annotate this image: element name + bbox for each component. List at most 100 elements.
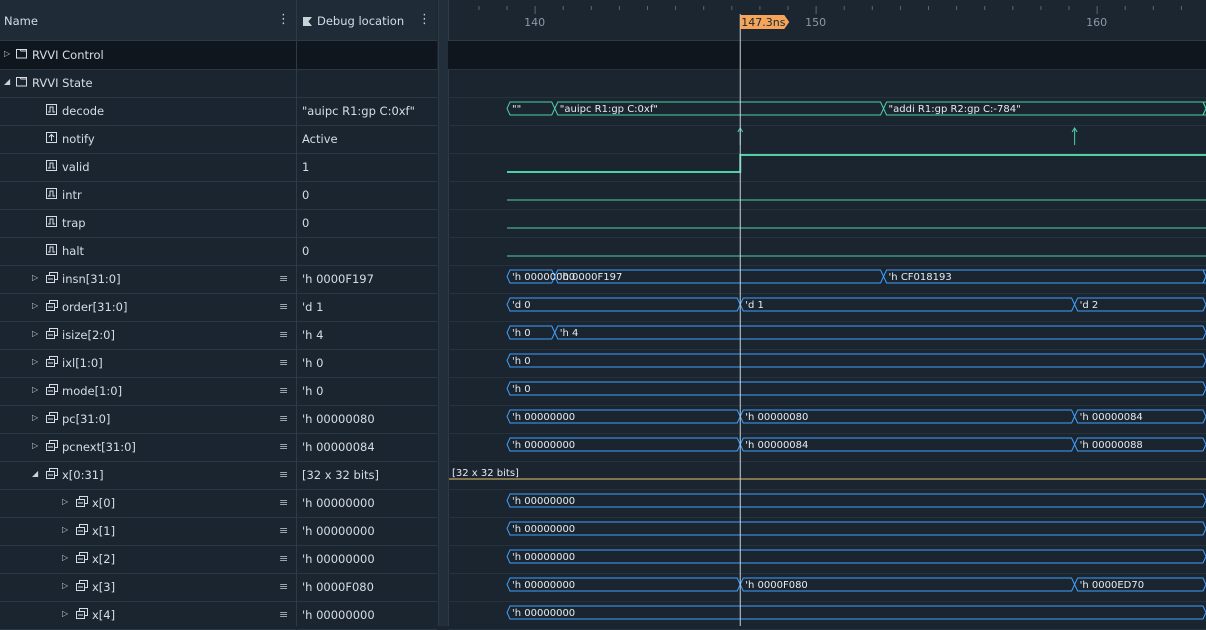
radix-menu-icon[interactable]: ≡ bbox=[279, 356, 288, 369]
signal-name: x[4] bbox=[92, 608, 116, 622]
radix-menu-icon[interactable]: ≡ bbox=[279, 440, 288, 453]
signal-name-cell[interactable]: ▷ x[0] ≡ bbox=[0, 489, 296, 518]
radix-menu-icon[interactable]: ≡ bbox=[279, 608, 288, 621]
signal-name-cell[interactable]: ▷ x[3] ≡ bbox=[0, 573, 296, 602]
signal-value: 'h 0000F197 bbox=[302, 272, 374, 286]
signal-name-cell[interactable]: halt bbox=[0, 237, 296, 266]
debug-location-cell: 'h 0000F197 bbox=[297, 265, 437, 294]
expand-arrow-icon[interactable]: ▷ bbox=[32, 329, 38, 338]
expand-arrow-icon[interactable]: ▷ bbox=[32, 301, 38, 310]
signal-value: 'h 00000000 bbox=[302, 552, 375, 566]
bus-segment-label: 'h 0 bbox=[512, 328, 531, 339]
signal-name-cell[interactable]: ▷ insn[31:0] ≡ bbox=[0, 265, 296, 294]
name-column-menu-icon[interactable]: ⋮ bbox=[277, 12, 290, 27]
debug-location-cell: "auipc R1:gp C:0xf" bbox=[297, 97, 437, 126]
signal-name-cell[interactable]: ▷ RVVI Control bbox=[0, 41, 296, 70]
bus-segment-label: 'h 00000000 bbox=[512, 552, 575, 563]
debug-location-cell bbox=[297, 41, 437, 70]
radix-menu-icon[interactable]: ≡ bbox=[279, 468, 288, 481]
bus-segment-label: 'h 0000F197 bbox=[560, 272, 623, 283]
expand-arrow-icon[interactable]: ▷ bbox=[32, 413, 38, 422]
expand-arrow-icon[interactable]: ▷ bbox=[62, 553, 68, 562]
bus-segment bbox=[506, 381, 1206, 396]
expand-arrow-icon[interactable]: ▷ bbox=[62, 497, 68, 506]
expand-arrow-icon[interactable]: ▷ bbox=[4, 49, 10, 58]
signal-name: halt bbox=[62, 244, 85, 258]
signal-name-cell[interactable]: ▷ pc[31:0] ≡ bbox=[0, 405, 296, 434]
bus-icon bbox=[46, 356, 58, 367]
expand-arrow-icon[interactable]: ▷ bbox=[62, 525, 68, 534]
signal-name-cell[interactable]: ▷ pcnext[31:0] ≡ bbox=[0, 433, 296, 462]
radix-menu-icon[interactable]: ≡ bbox=[279, 384, 288, 397]
signal-name: x[2] bbox=[92, 552, 116, 566]
time-cursor-label: 147.3ns bbox=[741, 16, 785, 29]
collapse-arrow-icon[interactable]: ◢ bbox=[32, 469, 38, 478]
bus-icon bbox=[46, 440, 58, 451]
debug-location-column-header[interactable]: Debug location ⋮ bbox=[297, 0, 437, 41]
expand-arrow-icon[interactable]: ▷ bbox=[32, 441, 38, 450]
radix-menu-icon[interactable]: ≡ bbox=[279, 524, 288, 537]
radix-menu-icon[interactable]: ≡ bbox=[279, 300, 288, 313]
radix-menu-icon[interactable]: ≡ bbox=[279, 580, 288, 593]
radix-menu-icon[interactable]: ≡ bbox=[279, 412, 288, 425]
bus-segment-label: 'h 0000ED70 bbox=[1080, 580, 1144, 591]
signal-name: mode[1:0] bbox=[62, 384, 123, 398]
debug-location-label: Debug location bbox=[317, 14, 405, 28]
bus-segment bbox=[506, 605, 1206, 620]
signal-name-cell[interactable]: ◢ RVVI State bbox=[0, 69, 296, 98]
signal-name: x[0:31] bbox=[62, 468, 104, 482]
signal-name-cell[interactable]: ▷ order[31:0] ≡ bbox=[0, 293, 296, 322]
waveform-canvas[interactable]: 140 150 160 "" "auipc R1:gp C:0xf" "addi R1:g… bbox=[448, 0, 1206, 626]
signal-name: RVVI State bbox=[32, 76, 93, 90]
bus-segment-label: 'h 00000084 bbox=[1080, 412, 1143, 423]
signal-value: 'h 00000000 bbox=[302, 496, 375, 510]
radix-menu-icon[interactable]: ≡ bbox=[279, 552, 288, 565]
bus-segment-label: 'h 00000000 bbox=[512, 524, 575, 535]
signal-name: trap bbox=[62, 216, 86, 230]
bus-segment-label: 'd 1 bbox=[745, 300, 764, 311]
signal-name-cell[interactable]: ◢ x[0:31] ≡ bbox=[0, 461, 296, 490]
bus-segment bbox=[554, 325, 1206, 340]
signal-name-cell[interactable]: intr bbox=[0, 181, 296, 210]
signal-name-cell[interactable]: ▷ mode[1:0] ≡ bbox=[0, 377, 296, 406]
radix-menu-icon[interactable]: ≡ bbox=[279, 496, 288, 509]
signal-value: 'h 00000000 bbox=[302, 524, 375, 538]
debug-location-menu-icon[interactable]: ⋮ bbox=[418, 12, 431, 27]
signal-name: pcnext[31:0] bbox=[62, 440, 136, 454]
expand-arrow-icon[interactable]: ▷ bbox=[32, 273, 38, 282]
folder-icon bbox=[16, 48, 27, 59]
bus-segment-label: 'h 00000000 bbox=[512, 440, 575, 451]
signal-name-cell[interactable]: valid bbox=[0, 153, 296, 182]
signal-name: ixl[1:0] bbox=[62, 356, 103, 370]
expand-arrow-icon[interactable]: ▷ bbox=[62, 609, 68, 618]
bus-segment-label: 'h CF018193 bbox=[889, 272, 952, 283]
signal-icon bbox=[46, 188, 57, 199]
expand-arrow-icon[interactable]: ▷ bbox=[62, 581, 68, 590]
bus-segment-label: 'h 00000088 bbox=[1080, 440, 1143, 451]
folder-icon bbox=[16, 76, 27, 87]
radix-menu-icon[interactable]: ≡ bbox=[279, 272, 288, 285]
collapse-arrow-icon[interactable]: ◢ bbox=[4, 77, 10, 86]
expand-arrow-icon[interactable]: ▷ bbox=[32, 357, 38, 366]
signal-name-cell[interactable]: ▷ isize[2:0] ≡ bbox=[0, 321, 296, 350]
signal-name-cell[interactable]: trap bbox=[0, 209, 296, 238]
signal-name-cell[interactable]: ▷ x[2] ≡ bbox=[0, 545, 296, 574]
bus-segment-label: 'h 4 bbox=[560, 328, 579, 339]
signal-name: notify bbox=[62, 132, 95, 146]
bus-segment-label: 'h 00000080 bbox=[745, 412, 808, 423]
signal-value: "auipc R1:gp C:0xf" bbox=[302, 104, 415, 118]
signal-name-cell[interactable]: ▷ x[1] ≡ bbox=[0, 517, 296, 546]
signal-name-cell[interactable]: decode bbox=[0, 97, 296, 126]
name-column-header[interactable]: Name ⋮ bbox=[0, 0, 296, 41]
bus-segment-label: 'h 0 bbox=[512, 384, 531, 395]
signal-value: 'h 0000F080 bbox=[302, 580, 374, 594]
bus-segment bbox=[506, 493, 1206, 508]
bus-segment bbox=[739, 297, 1076, 312]
flag-icon bbox=[303, 17, 312, 26]
signal-name: x[3] bbox=[92, 580, 116, 594]
signal-name-cell[interactable]: notify bbox=[0, 125, 296, 154]
signal-value: 0 bbox=[302, 244, 310, 258]
expand-arrow-icon[interactable]: ▷ bbox=[32, 385, 38, 394]
radix-menu-icon[interactable]: ≡ bbox=[279, 328, 288, 341]
signal-name-cell[interactable]: ▷ ixl[1:0] ≡ bbox=[0, 349, 296, 378]
